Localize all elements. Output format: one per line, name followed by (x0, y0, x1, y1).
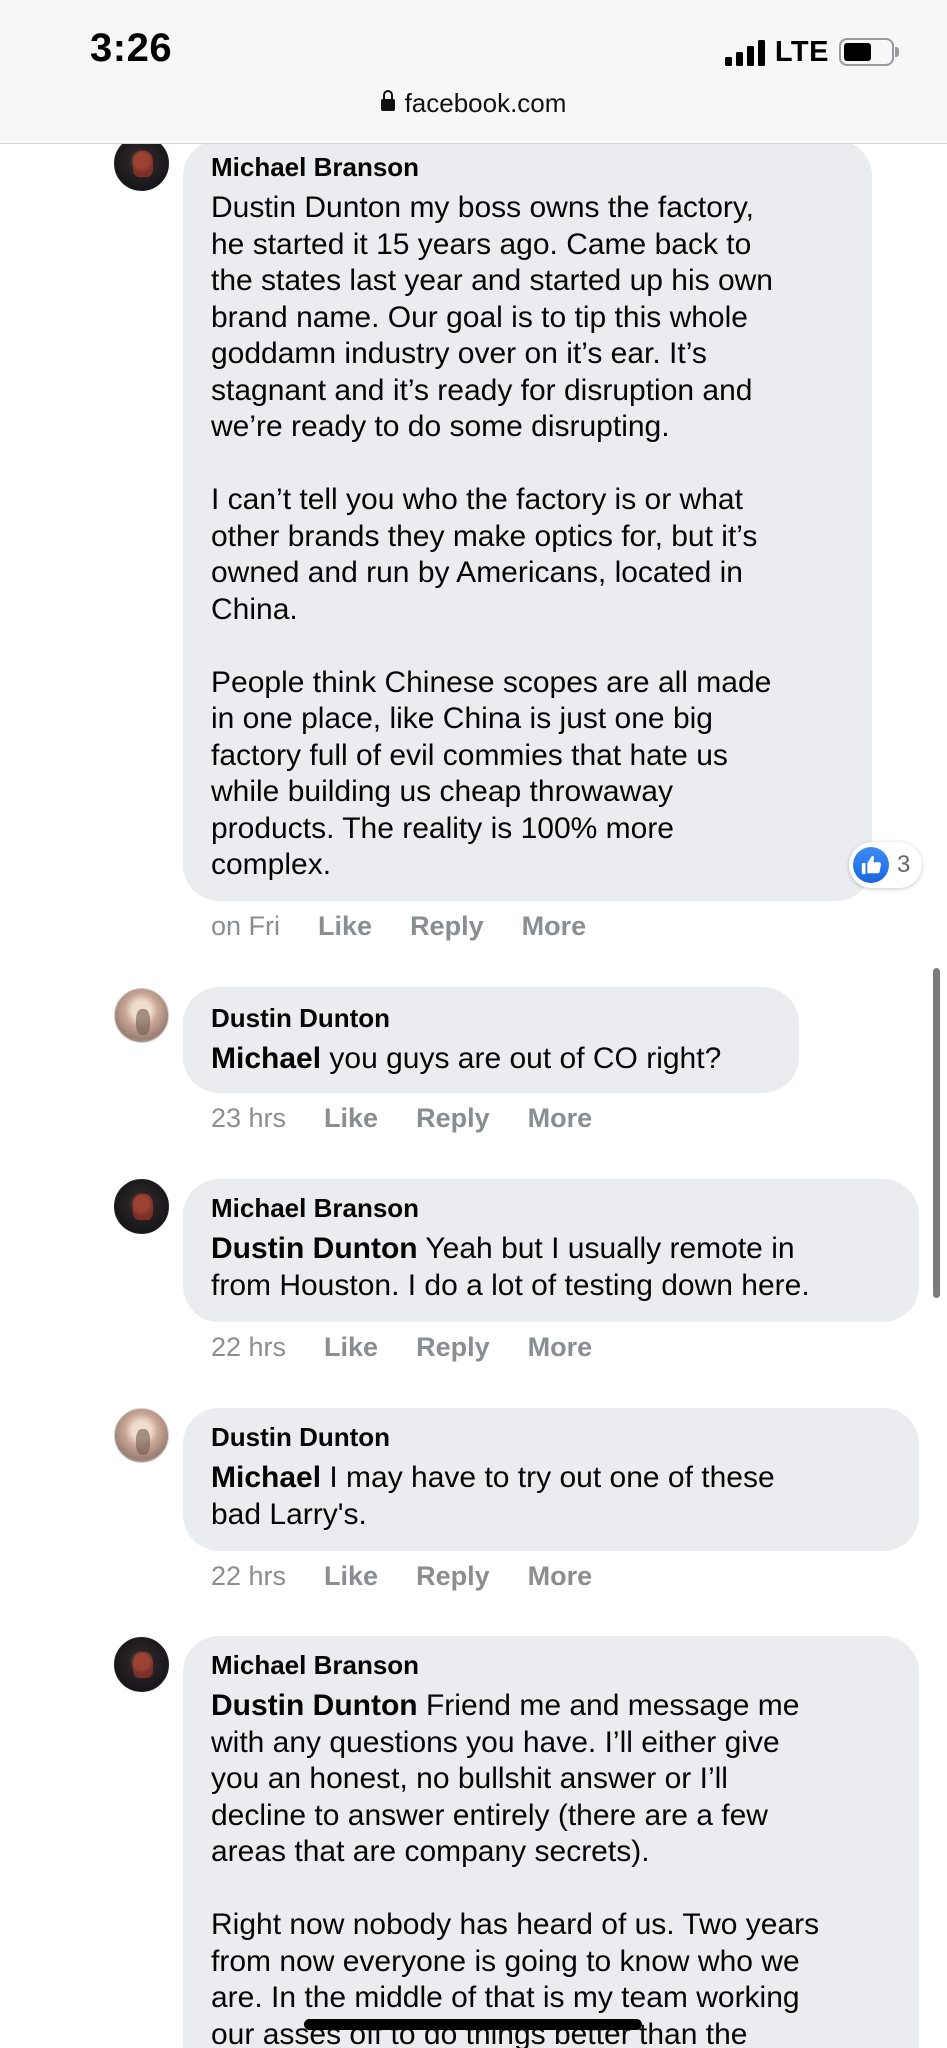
comment-actions: 22 hrs Like Reply More (211, 1332, 592, 1363)
comment-time[interactable]: 22 hrs (211, 1332, 286, 1363)
comment-actions: 22 hrs Like Reply More (211, 1561, 592, 1592)
comment-author[interactable]: Michael Branson (211, 1650, 419, 1681)
reaction-summary[interactable]: 3 (849, 842, 923, 888)
like-button[interactable]: Like (318, 911, 372, 942)
mention-tag[interactable]: Michael (211, 1042, 321, 1075)
comment-author[interactable]: Michael Branson (211, 152, 419, 183)
avatar[interactable] (114, 1179, 169, 1234)
comment-text-content: Friend me and message me with any questi… (211, 1689, 820, 2048)
comment-text: Michael you guys are out of CO right? (211, 1041, 801, 1078)
comment-time[interactable]: 22 hrs (211, 1561, 286, 1592)
comment-author[interactable]: Michael Branson (211, 1193, 419, 1224)
avatar[interactable] (114, 1637, 169, 1692)
lock-icon (380, 90, 395, 113)
more-button[interactable]: More (528, 1561, 593, 1592)
scrollbar[interactable] (933, 968, 940, 1298)
comment-bubble: Dustin Dunton Michael you guys are out o… (183, 987, 799, 1093)
comment-time[interactable]: 23 hrs (211, 1103, 286, 1134)
more-button[interactable]: More (528, 1103, 593, 1134)
mention-tag[interactable]: Michael (211, 1461, 321, 1494)
status-icons: LTE (724, 34, 899, 70)
like-button[interactable]: Like (324, 1103, 378, 1134)
home-indicator[interactable] (304, 2019, 642, 2030)
comment-text: Dustin Dunton Friend me and message me w… (211, 1688, 911, 2048)
browser-top-bar: 3:26 LTE facebook.com (0, 0, 947, 144)
comment-bubble: Dustin Dunton Michael I may have to try … (183, 1408, 919, 1551)
mention-tag[interactable]: Dustin Dunton (211, 1232, 418, 1265)
comment-text: Dustin Dunton Yeah but I usually remote … (211, 1231, 911, 1304)
mention-tag[interactable]: Dustin Dunton (211, 1689, 418, 1722)
avatar[interactable] (114, 988, 169, 1043)
comment-bubble: Michael Branson Dustin Dunton Friend me … (183, 1636, 919, 2048)
avatar[interactable] (114, 1408, 169, 1463)
cellular-signal-icon (724, 38, 765, 66)
comment-author[interactable]: Dustin Dunton (211, 1003, 390, 1034)
like-button[interactable]: Like (324, 1561, 378, 1592)
more-button[interactable]: More (522, 911, 587, 942)
more-button[interactable]: More (528, 1332, 593, 1363)
reaction-count: 3 (897, 851, 911, 878)
address-bar[interactable]: facebook.com (0, 88, 947, 119)
comment-author[interactable]: Dustin Dunton (211, 1422, 390, 1453)
comment-bubble: Michael Branson Dustin Dunton my boss ow… (183, 140, 872, 901)
like-button[interactable]: Like (324, 1332, 378, 1363)
comment-bubble: Michael Branson Dustin Dunton Yeah but I… (183, 1179, 919, 1322)
comment-actions: on Fri Like Reply More (211, 911, 586, 942)
comment-text: Michael I may have to try out one of the… (211, 1460, 911, 1533)
reply-button[interactable]: Reply (416, 1103, 490, 1134)
avatar[interactable] (114, 136, 169, 191)
reply-button[interactable]: Reply (410, 911, 484, 942)
url-text: facebook.com (404, 88, 567, 118)
comment-text-content: you guys are out of CO right? (321, 1042, 722, 1075)
network-type: LTE (774, 35, 829, 68)
reply-button[interactable]: Reply (416, 1332, 490, 1363)
battery-icon (839, 38, 899, 66)
thumbs-up-icon (853, 847, 889, 883)
comment-time[interactable]: on Fri (211, 911, 280, 942)
status-time: 3:26 (90, 26, 173, 70)
comment-actions: 23 hrs Like Reply More (211, 1103, 592, 1134)
reply-button[interactable]: Reply (416, 1561, 490, 1592)
comment-text: Dustin Dunton my boss owns the factory, … (211, 191, 773, 881)
